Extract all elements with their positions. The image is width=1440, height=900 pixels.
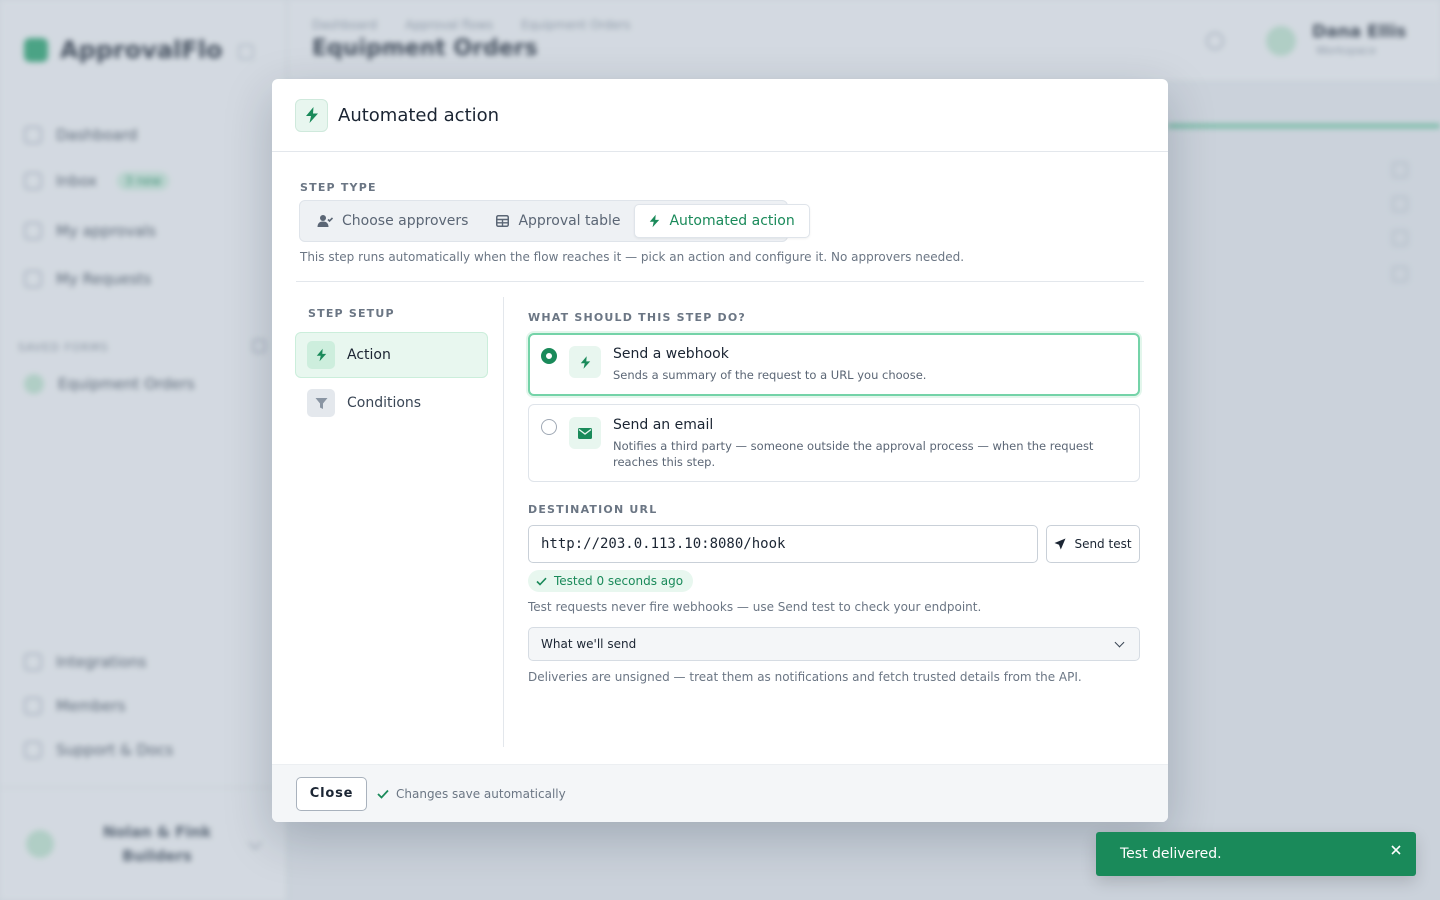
check-icon xyxy=(377,789,389,799)
segment-automated-action[interactable]: Automated action xyxy=(634,204,810,238)
modal-header: Automated action xyxy=(272,79,1168,152)
segment-approval-table[interactable]: Approval table xyxy=(482,204,634,238)
setup-item-label: Action xyxy=(347,347,391,363)
step-type-selector: Choose approvers Approval table Automate… xyxy=(299,200,810,242)
destination-url-label: DESTINATION URL xyxy=(528,503,658,516)
check-icon xyxy=(536,577,547,586)
payload-details-toggle[interactable]: What we'll send xyxy=(528,627,1140,661)
test-status-text: Tested 0 seconds ago xyxy=(554,574,684,588)
option-send-email[interactable]: Send an email Notifies a third party — s… xyxy=(528,404,1140,482)
filter-icon xyxy=(307,389,335,417)
close-button[interactable]: Close xyxy=(296,776,367,811)
section-divider xyxy=(296,281,1144,282)
payload-details-label: What we'll send xyxy=(541,637,637,651)
send-icon xyxy=(1054,538,1066,550)
option-send-webhook[interactable]: Send a webhook Sends a summary of the re… xyxy=(528,333,1140,396)
option-description: Notifies a third party — someone outside… xyxy=(613,439,1094,469)
bolt-icon xyxy=(307,341,335,369)
step-setup-label: STEP SETUP xyxy=(308,307,395,320)
bolt-icon xyxy=(295,98,328,132)
user-check-icon xyxy=(317,215,333,227)
option-description: Sends a summary of the request to a URL … xyxy=(613,368,927,382)
setup-item-label: Conditions xyxy=(347,395,422,411)
automated-action-modal: Automated action STEP TYPE Choose approv… xyxy=(272,79,1168,822)
option-title: Send an email xyxy=(613,417,714,433)
autosave-text: Changes save automatically xyxy=(396,786,566,801)
modal-footer: Close Changes save automatically xyxy=(272,764,1168,822)
bolt-icon xyxy=(650,214,660,228)
send-test-label: Send test xyxy=(1074,537,1132,551)
unsigned-note: Deliveries are unsigned — treat them as … xyxy=(528,670,1082,684)
column-divider xyxy=(503,297,504,747)
setup-item-action[interactable]: Action xyxy=(295,332,488,378)
step-type-help: This step runs automatically when the fl… xyxy=(300,250,965,264)
toast-message: Test delivered. xyxy=(1120,846,1222,862)
segment-label: Choose approvers xyxy=(342,213,469,229)
envelope-icon xyxy=(569,417,601,449)
modal-title: Automated action xyxy=(338,104,500,126)
close-icon[interactable] xyxy=(1386,840,1406,860)
destination-url-input[interactable] xyxy=(528,525,1038,563)
send-test-button[interactable]: Send test xyxy=(1046,525,1140,563)
chevron-down-icon xyxy=(1114,637,1125,648)
email-radio[interactable] xyxy=(541,419,557,435)
webhook-radio[interactable] xyxy=(541,348,557,364)
test-status-badge: Tested 0 seconds ago xyxy=(528,570,694,592)
segment-label: Automated action xyxy=(669,213,795,229)
toast-notification: Test delivered. xyxy=(1096,832,1416,876)
bolt-icon xyxy=(569,346,601,378)
autosave-status: Changes save automatically xyxy=(377,787,566,801)
test-note: Test requests never fire webhooks — use … xyxy=(528,600,982,614)
step-type-label: STEP TYPE xyxy=(300,181,377,194)
setup-item-conditions[interactable]: Conditions xyxy=(295,380,488,426)
segment-label: Approval table xyxy=(518,213,621,229)
option-title: Send a webhook xyxy=(613,346,729,362)
table-icon xyxy=(496,215,510,227)
action-question-label: WHAT SHOULD THIS STEP DO? xyxy=(528,311,746,324)
segment-choose-approvers[interactable]: Choose approvers xyxy=(303,204,482,238)
